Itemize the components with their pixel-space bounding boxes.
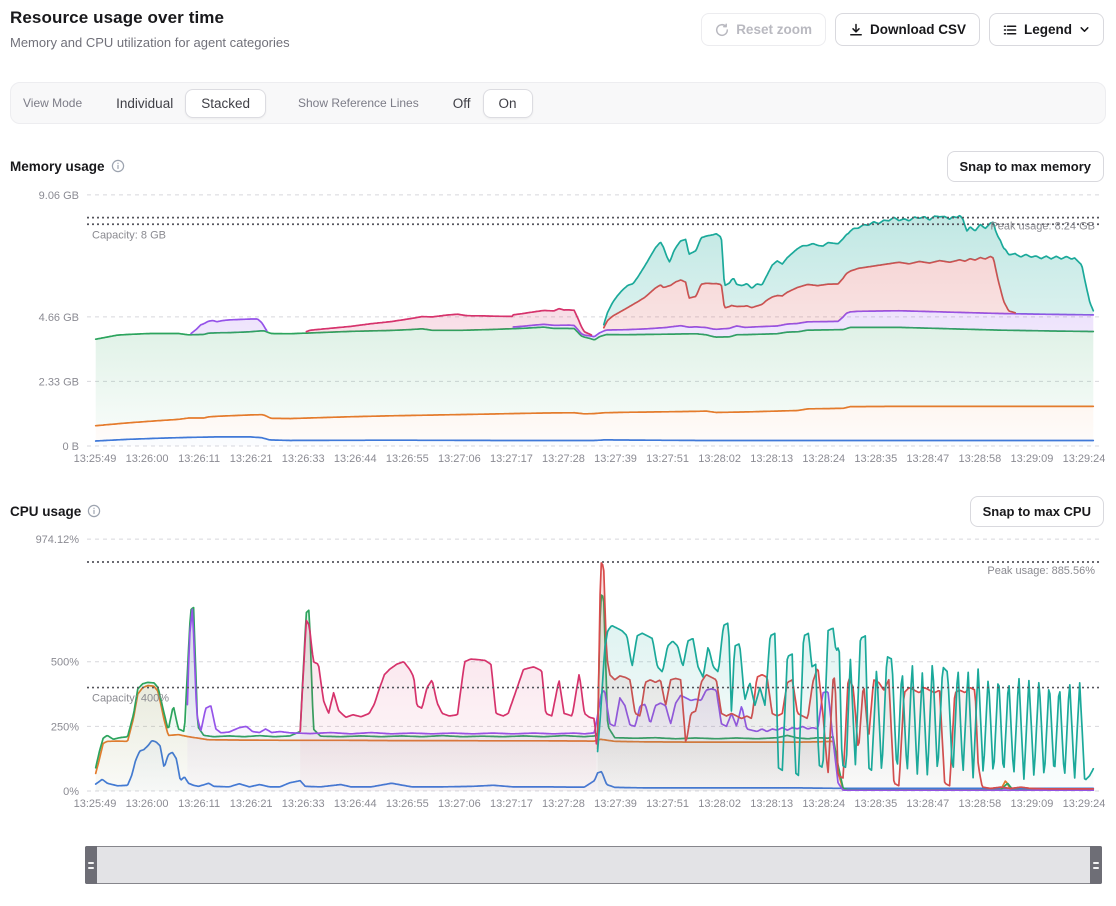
download-icon: [849, 23, 863, 37]
brush-handle-right[interactable]: [1090, 846, 1102, 884]
svg-text:2.33 GB: 2.33 GB: [39, 376, 79, 388]
svg-text:13:27:51: 13:27:51: [646, 453, 689, 465]
svg-text:13:27:06: 13:27:06: [438, 798, 481, 810]
svg-text:13:28:47: 13:28:47: [906, 798, 949, 810]
view-mode-stacked[interactable]: Stacked: [185, 89, 266, 118]
download-csv-button[interactable]: Download CSV: [835, 13, 980, 46]
legend-label: Legend: [1024, 22, 1072, 37]
svg-text:13:27:17: 13:27:17: [490, 453, 533, 465]
snap-to-max-cpu-button[interactable]: Snap to max CPU: [970, 496, 1104, 527]
svg-text:13:28:02: 13:28:02: [698, 798, 741, 810]
cpu-section-header: CPU usage Snap to max CPU: [0, 496, 1116, 526]
svg-text:250%: 250%: [51, 721, 79, 733]
svg-text:974.12%: 974.12%: [36, 534, 80, 546]
page-header: Resource usage over time Memory and CPU …: [0, 0, 1116, 60]
svg-text:13:26:11: 13:26:11: [178, 453, 220, 465]
svg-text:Peak usage: 8.24 GB: Peak usage: 8.24 GB: [990, 221, 1095, 233]
cpu-usage-title: CPU usage: [10, 504, 81, 519]
svg-text:Capacity: 8 GB: Capacity: 8 GB: [92, 229, 166, 241]
reset-zoom-label: Reset zoom: [736, 22, 812, 37]
brush-handle-left[interactable]: [85, 846, 97, 884]
list-icon: [1003, 23, 1017, 37]
svg-text:13:25:49: 13:25:49: [74, 453, 117, 465]
svg-text:13:28:24: 13:28:24: [802, 453, 845, 465]
svg-text:13:26:21: 13:26:21: [230, 453, 273, 465]
svg-text:4.66 GB: 4.66 GB: [39, 312, 79, 324]
svg-text:13:28:13: 13:28:13: [750, 798, 793, 810]
svg-text:13:27:28: 13:27:28: [542, 798, 585, 810]
chevron-down-icon: [1079, 24, 1090, 35]
svg-text:13:27:39: 13:27:39: [594, 453, 637, 465]
info-icon[interactable]: [87, 504, 101, 518]
svg-text:13:28:13: 13:28:13: [750, 453, 793, 465]
svg-text:13:25:49: 13:25:49: [74, 798, 117, 810]
refresh-icon: [715, 23, 729, 37]
snap-to-max-memory-button[interactable]: Snap to max memory: [947, 151, 1105, 182]
svg-text:13:29:09: 13:29:09: [1011, 798, 1054, 810]
reset-zoom-button[interactable]: Reset zoom: [701, 13, 826, 46]
svg-text:13:26:33: 13:26:33: [282, 453, 325, 465]
svg-text:0%: 0%: [63, 786, 79, 798]
reference-lines-group: Show Reference Lines Off On: [298, 89, 533, 118]
svg-text:13:29:09: 13:29:09: [1011, 453, 1054, 465]
chart-controls: View Mode Individual Stacked Show Refere…: [10, 82, 1106, 124]
view-mode-individual[interactable]: Individual: [104, 89, 185, 118]
download-csv-label: Download CSV: [870, 22, 966, 37]
svg-text:13:27:06: 13:27:06: [438, 453, 481, 465]
svg-text:13:26:55: 13:26:55: [386, 798, 429, 810]
memory-usage-title: Memory usage: [10, 159, 105, 174]
svg-text:13:27:51: 13:27:51: [646, 798, 689, 810]
info-icon[interactable]: [111, 159, 125, 173]
svg-text:13:28:24: 13:28:24: [802, 798, 845, 810]
reference-lines-on[interactable]: On: [483, 89, 533, 118]
svg-text:13:26:00: 13:26:00: [126, 453, 169, 465]
cpu-section-title: CPU usage: [10, 504, 101, 519]
svg-text:13:27:28: 13:27:28: [542, 453, 585, 465]
view-mode-label: View Mode: [23, 96, 82, 110]
svg-text:13:28:02: 13:28:02: [698, 453, 741, 465]
memory-section-header: Memory usage Snap to max memory: [0, 151, 1116, 181]
svg-text:0 B: 0 B: [62, 441, 79, 453]
reference-lines-off[interactable]: Off: [441, 89, 483, 118]
legend-button[interactable]: Legend: [989, 13, 1104, 46]
svg-text:13:26:55: 13:26:55: [386, 453, 429, 465]
memory-section-title: Memory usage: [10, 159, 125, 174]
svg-text:13:29:24: 13:29:24: [1063, 453, 1106, 465]
svg-text:13:26:11: 13:26:11: [178, 798, 220, 810]
svg-text:13:28:47: 13:28:47: [906, 453, 949, 465]
svg-text:13:26:44: 13:26:44: [334, 453, 377, 465]
svg-text:Capacity: 400%: Capacity: 400%: [92, 693, 169, 705]
svg-text:13:26:44: 13:26:44: [334, 798, 377, 810]
svg-text:13:26:00: 13:26:00: [126, 798, 169, 810]
header-buttons: Reset zoom Download CSV Legend: [701, 13, 1104, 46]
svg-text:13:28:58: 13:28:58: [958, 453, 1001, 465]
svg-text:13:27:39: 13:27:39: [594, 798, 637, 810]
svg-text:13:29:24: 13:29:24: [1063, 798, 1106, 810]
memory-usage-chart[interactable]: 0 B 2.33 GB 4.66 GB 9.06 GB 13:25:49 13:26:00…: [0, 181, 1116, 469]
svg-text:9.06 GB: 9.06 GB: [39, 190, 79, 202]
svg-text:Peak usage: 885.56%: Peak usage: 885.56%: [987, 565, 1095, 577]
svg-text:13:26:21: 13:26:21: [230, 798, 273, 810]
svg-text:13:28:58: 13:28:58: [958, 798, 1001, 810]
svg-text:13:28:35: 13:28:35: [854, 798, 897, 810]
cpu-usage-chart[interactable]: 0% 250% 500% 974.12% 13:25:49 13:26:00 13:26:1…: [0, 526, 1116, 814]
svg-text:13:26:33: 13:26:33: [282, 798, 325, 810]
svg-text:13:27:17: 13:27:17: [490, 798, 533, 810]
show-reference-lines-label: Show Reference Lines: [298, 96, 419, 110]
time-range-brush[interactable]: [85, 846, 1102, 884]
svg-text:500%: 500%: [51, 657, 79, 669]
svg-text:13:28:35: 13:28:35: [854, 453, 897, 465]
